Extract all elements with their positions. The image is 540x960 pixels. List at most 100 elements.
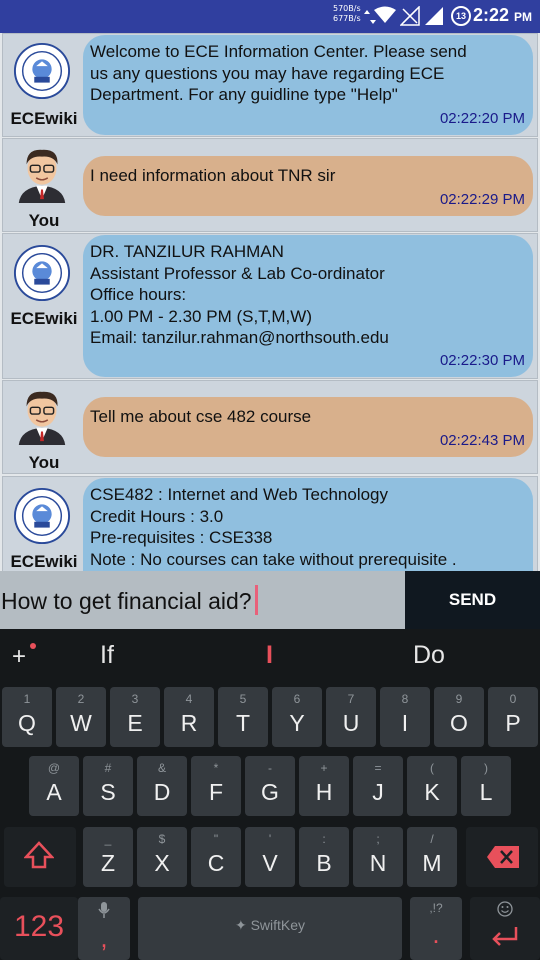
backspace-icon bbox=[487, 846, 519, 868]
message-bubble: CSE482 : Internet and Web Technology Cre… bbox=[83, 478, 533, 571]
message-text: CSE482 : Internet and Web Technology Cre… bbox=[90, 485, 457, 569]
key-f[interactable]: * F bbox=[191, 756, 241, 816]
key-hint: 2 bbox=[77, 692, 85, 706]
key-hint: 6 bbox=[293, 692, 301, 706]
message-input[interactable]: How to get financial aid? bbox=[0, 571, 405, 629]
send-button[interactable]: SEND bbox=[405, 571, 540, 629]
chat-message: ECEwiki Welcome to ECE Information Cente… bbox=[2, 33, 538, 137]
key-hint: 8 bbox=[401, 692, 409, 706]
battery-icon: 13 bbox=[451, 6, 471, 26]
key-label: J bbox=[372, 779, 384, 805]
key-d[interactable]: & D bbox=[137, 756, 187, 816]
suggestion-center[interactable]: I bbox=[266, 641, 273, 670]
key-label: I bbox=[401, 710, 409, 736]
suggestion-right[interactable]: Do bbox=[413, 641, 445, 670]
toolbar-badge-icon bbox=[30, 643, 36, 649]
key-b[interactable]: :B bbox=[299, 827, 349, 887]
expand-toolbar-button[interactable]: + bbox=[12, 643, 26, 671]
key-label: X bbox=[154, 850, 170, 876]
message-time: 02:22:29 PM bbox=[439, 191, 525, 208]
key-label: O bbox=[450, 710, 468, 736]
key-y[interactable]: 6Y bbox=[272, 687, 322, 747]
status-bar: 570B/s 677B/s 13 2:22 PM bbox=[0, 0, 540, 33]
sender-name: ECEwiki bbox=[10, 309, 78, 328]
period-key[interactable]: ,!? . bbox=[410, 897, 462, 960]
net-down: 677B/s bbox=[333, 14, 361, 23]
key-hint: # bbox=[104, 761, 112, 775]
key-hint: 3 bbox=[131, 692, 139, 706]
key-z[interactable]: _ Z bbox=[83, 827, 133, 887]
key-label: U bbox=[342, 710, 360, 736]
key-hint: * bbox=[213, 761, 219, 775]
key-u[interactable]: 7U bbox=[326, 687, 376, 747]
key-label: A bbox=[46, 779, 62, 805]
key-hint: $ bbox=[158, 832, 166, 846]
key-label: K bbox=[424, 779, 440, 805]
key-c[interactable]: " C bbox=[191, 827, 241, 887]
key-x[interactable]: $ X bbox=[137, 827, 187, 887]
key-s[interactable]: # S bbox=[83, 756, 133, 816]
key-hint: 1 bbox=[23, 692, 31, 706]
key-w[interactable]: 2W bbox=[56, 687, 106, 747]
suggestion-left[interactable]: If bbox=[100, 641, 114, 670]
space-key[interactable]: ✦ SwiftKey bbox=[138, 897, 402, 960]
wifi-icon bbox=[374, 6, 396, 23]
return-arrow-icon bbox=[492, 927, 518, 946]
sender-name: You bbox=[28, 211, 60, 230]
message-bubble: Welcome to ECE Information Center. Pleas… bbox=[83, 35, 533, 135]
key-hint: 9 bbox=[455, 692, 463, 706]
shift-key[interactable] bbox=[4, 827, 76, 887]
key-h[interactable]: + H bbox=[299, 756, 349, 816]
key-l[interactable]: ) L bbox=[461, 756, 511, 816]
key-a[interactable]: @ A bbox=[29, 756, 79, 816]
key-hint: ) bbox=[484, 761, 488, 775]
key-hint: & bbox=[157, 761, 166, 775]
key-k[interactable]: (K bbox=[407, 756, 457, 816]
chat-message: ECEwiki CSE482 : Internet and Web Techno… bbox=[2, 476, 538, 571]
key-v[interactable]: ' V bbox=[245, 827, 295, 887]
enter-key[interactable] bbox=[470, 897, 540, 960]
chat-message: You I need information about TNR sir 02:… bbox=[2, 138, 538, 232]
key-label: S bbox=[100, 779, 116, 805]
key-j[interactable]: = J bbox=[353, 756, 403, 816]
ecewiki-logo-icon bbox=[13, 487, 71, 545]
key-label: E bbox=[127, 710, 143, 736]
key-label: B bbox=[316, 850, 332, 876]
key-hint: _ bbox=[104, 832, 112, 846]
keyboard: + If I Do 1Q2W3E4R5T6Y7U8I9O0P @ A # S & D * F -… bbox=[0, 629, 540, 960]
chat-list[interactable]: ECEwiki Welcome to ECE Information Cente… bbox=[0, 33, 540, 571]
comma-key[interactable]: , bbox=[78, 897, 130, 960]
key-label: G bbox=[261, 779, 279, 805]
suggestion-bar: + If I Do bbox=[0, 629, 540, 683]
key-label: T bbox=[235, 710, 251, 736]
sender-name: You bbox=[28, 453, 60, 472]
key-hint: ' bbox=[268, 832, 272, 846]
ecewiki-logo-icon bbox=[13, 42, 71, 100]
message-bubble: Tell me about cse 482 course 02:22:43 PM bbox=[83, 397, 533, 457]
message-text: DR. TANZILUR RAHMAN Assistant Professor … bbox=[90, 242, 389, 347]
message-text: Welcome to ECE Information Center. Pleas… bbox=[90, 42, 467, 104]
key-n[interactable]: ; N bbox=[353, 827, 403, 887]
key-m[interactable]: / M bbox=[407, 827, 457, 887]
key-i[interactable]: 8I bbox=[380, 687, 430, 747]
key-label: D bbox=[153, 779, 171, 805]
key-hint: + bbox=[320, 761, 328, 775]
message-time: 02:22:20 PM bbox=[439, 110, 525, 127]
key-label: L bbox=[479, 779, 493, 805]
key-r[interactable]: 4R bbox=[164, 687, 214, 747]
microphone-icon bbox=[98, 902, 110, 918]
numbers-key[interactable]: 123 bbox=[0, 897, 78, 960]
key-q[interactable]: 1Q bbox=[2, 687, 52, 747]
key-label: N bbox=[369, 850, 387, 876]
key-e[interactable]: 3E bbox=[110, 687, 160, 747]
key-p[interactable]: 0P bbox=[488, 687, 538, 747]
key-o[interactable]: 9O bbox=[434, 687, 484, 747]
key-label: F bbox=[208, 779, 224, 805]
message-time: 02:22:43 PM bbox=[439, 432, 525, 449]
key-g[interactable]: -G bbox=[245, 756, 295, 816]
key-t[interactable]: 5T bbox=[218, 687, 268, 747]
chat-message: ECEwiki DR. TANZILUR RAHMAN Assistant Pr… bbox=[2, 233, 538, 379]
key-hint: @ bbox=[47, 761, 61, 775]
key-hint: 7 bbox=[347, 692, 355, 706]
backspace-key[interactable] bbox=[466, 827, 538, 887]
